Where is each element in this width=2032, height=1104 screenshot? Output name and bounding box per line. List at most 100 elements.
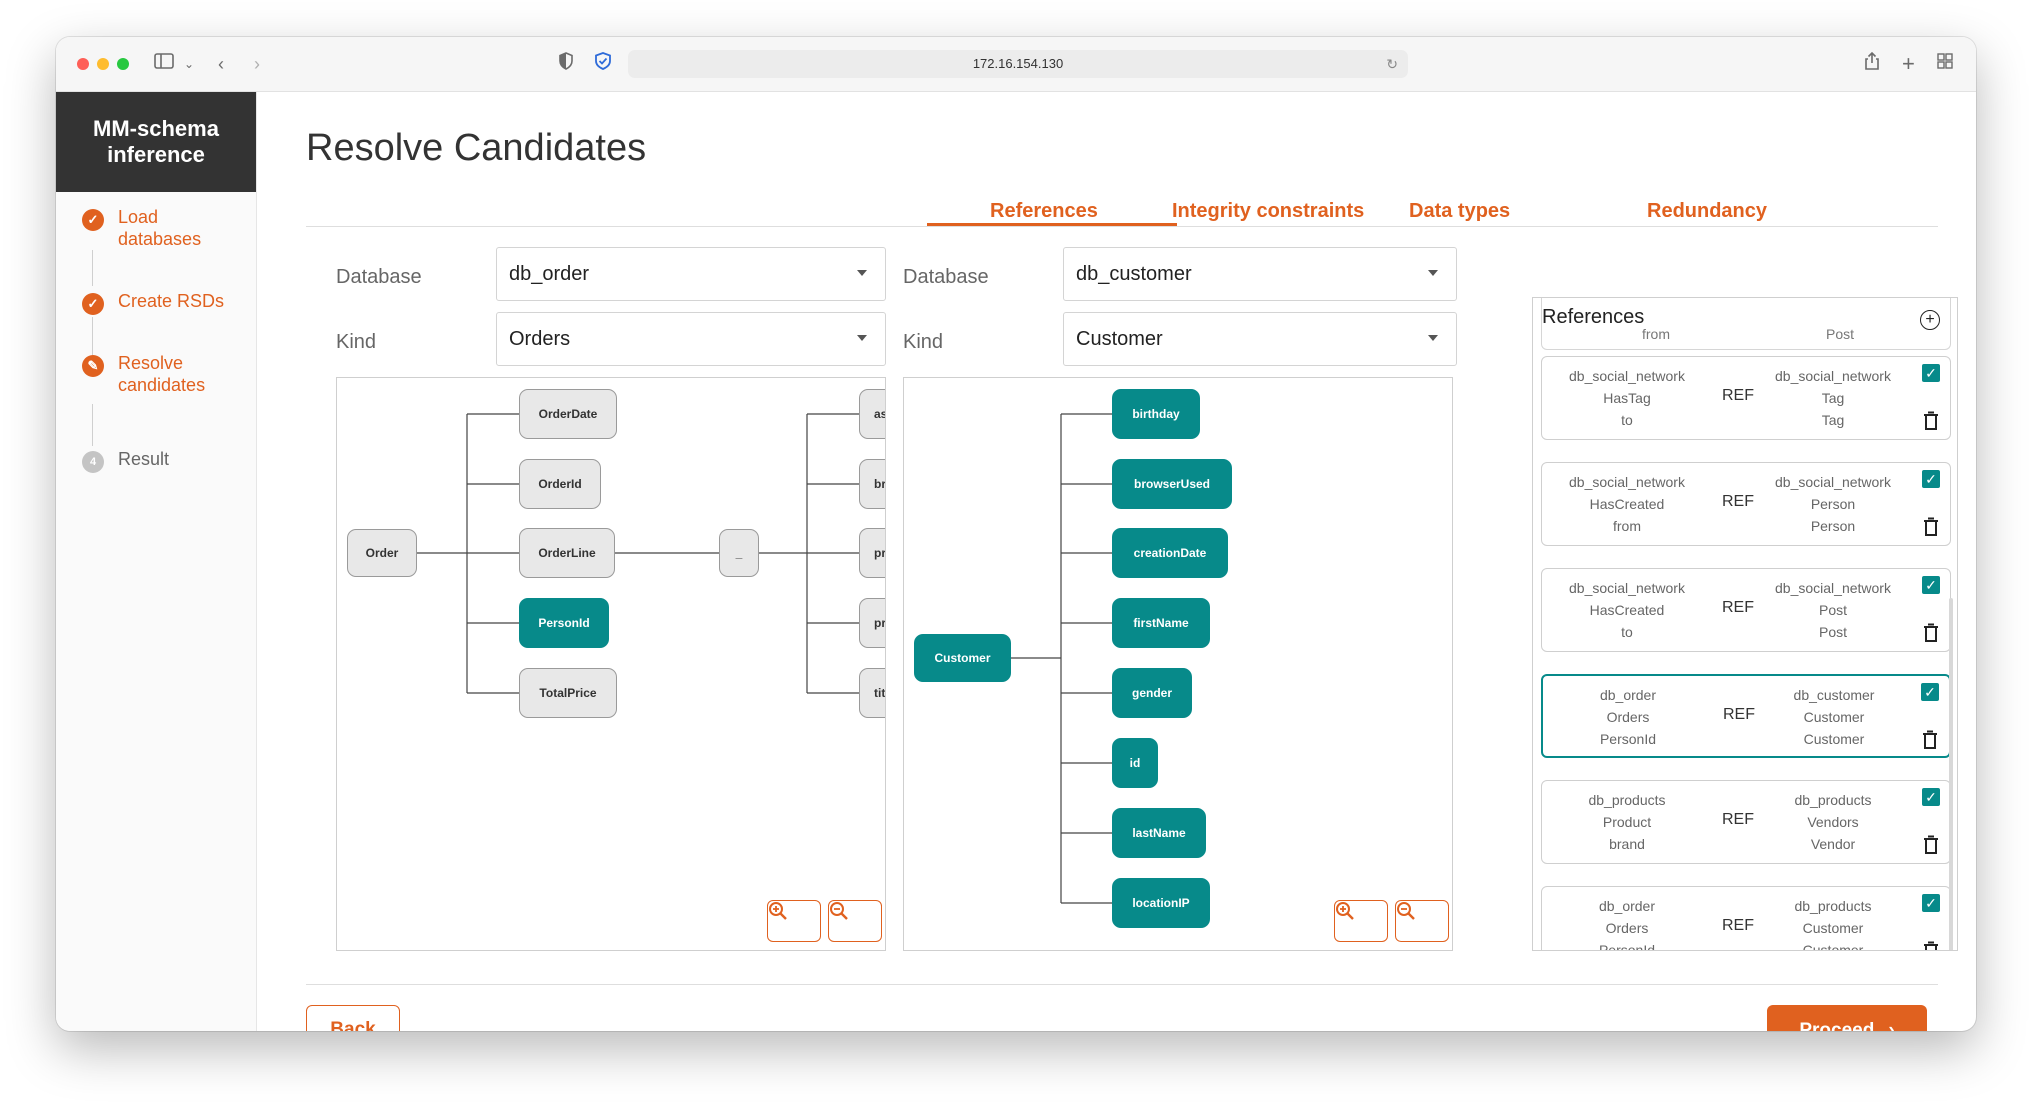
graph-node-partial[interactable]: pr — [859, 598, 885, 648]
include-checkbox[interactable]: ✓ — [1922, 364, 1940, 382]
graph-node[interactable]: firstName — [1112, 598, 1210, 648]
reference-type-label: REF — [1723, 706, 1755, 723]
tab-redundancy[interactable]: Redundancy — [1647, 200, 1767, 223]
step-connector — [92, 317, 93, 355]
active-tab-indicator — [927, 223, 1177, 226]
trash-icon[interactable] — [1922, 835, 1940, 855]
graph-node[interactable]: OrderLine — [519, 528, 615, 578]
graph-node[interactable]: lastName — [1112, 808, 1206, 858]
graph-node-partial[interactable]: pr — [859, 528, 885, 578]
reference-field: Product — [1602, 814, 1652, 830]
reference-source: db_social_network HasTag to — [1552, 365, 1702, 431]
reload-icon[interactable]: ↻ — [1386, 50, 1398, 78]
graph-node-root[interactable]: Customer — [914, 634, 1011, 682]
close-window-button[interactable] — [77, 58, 89, 70]
graph-node[interactable]: OrderDate — [519, 389, 617, 439]
graph-node[interactable]: id — [1112, 738, 1158, 788]
trash-icon[interactable] — [1922, 623, 1940, 643]
scrollbar[interactable] — [1949, 598, 1953, 950]
right-schema-graph[interactable]: Customer birthday browserUsed creationDa… — [903, 377, 1453, 951]
references-panel[interactable]: from Post References + db_social_network… — [1532, 297, 1958, 951]
include-checkbox[interactable]: ✓ — [1922, 576, 1940, 594]
graph-node-root[interactable]: Order — [347, 529, 417, 577]
reference-card[interactable]: db_social_network HasCreated from REF db_soc… — [1541, 462, 1951, 546]
include-checkbox[interactable]: ✓ — [1922, 894, 1940, 912]
shield-check-icon[interactable] — [594, 51, 612, 77]
graph-node-array[interactable]: _ — [719, 529, 759, 577]
chevron-down-icon[interactable]: ⌄ — [184, 51, 194, 77]
add-reference-button[interactable]: + — [1920, 310, 1940, 330]
app-brand: MM-schema inference — [56, 92, 256, 192]
proceed-button[interactable]: Proceed › — [1767, 1005, 1927, 1031]
graph-node[interactable]: TotalPrice — [519, 668, 617, 718]
share-icon[interactable] — [1864, 51, 1880, 78]
left-kind-select[interactable]: Orders — [496, 312, 886, 366]
reference-type-label: REF — [1722, 917, 1754, 934]
reference-card[interactable]: db_products Product brand REF db_products Ven… — [1541, 780, 1951, 864]
graph-node-partial[interactable]: br — [859, 459, 885, 509]
graph-node[interactable]: browserUsed — [1112, 459, 1232, 509]
reference-target: db_products Vendors Vendor — [1758, 789, 1908, 855]
reference-field: db_social_network — [1569, 474, 1685, 490]
zoom-in-button[interactable] — [1334, 900, 1388, 942]
step-result[interactable]: 4 Result — [82, 448, 228, 473]
graph-node[interactable]: creationDate — [1112, 528, 1228, 578]
zoom-out-button[interactable] — [1395, 900, 1449, 942]
reference-field: Tag — [1821, 412, 1845, 428]
chevron-down-icon — [857, 335, 867, 341]
include-checkbox[interactable]: ✓ — [1922, 470, 1940, 488]
privacy-shield-icon[interactable] — [558, 51, 574, 77]
right-kind-select[interactable]: Customer — [1063, 312, 1457, 366]
reference-field: Orders — [1605, 920, 1649, 936]
minimize-window-button[interactable] — [97, 58, 109, 70]
tab-references[interactable]: References — [990, 200, 1098, 223]
left-database-select[interactable]: db_order — [496, 247, 886, 301]
tab-data-types[interactable]: Data types — [1409, 200, 1510, 223]
reference-card[interactable]: db_social_network HasCreated to REF db_socia… — [1541, 568, 1951, 652]
reference-field: db_social_network — [1775, 474, 1891, 490]
right-database-label: Database — [903, 266, 989, 288]
chevron-right-icon: › — [1888, 1020, 1895, 1031]
graph-node[interactable]: OrderId — [519, 459, 601, 509]
address-bar[interactable]: 172.16.154.130 ↻ — [628, 50, 1408, 78]
graph-node-partial[interactable]: as — [859, 389, 885, 439]
reference-card[interactable]: db_order Orders PersonId REF db_customer Cust… — [1541, 674, 1951, 758]
reference-card[interactable]: db_social_network HasTag to REF db_social_ne… — [1541, 356, 1951, 440]
step-load-databases[interactable]: ✓ Load databases — [82, 206, 228, 250]
graph-node-highlighted[interactable]: PersonId — [519, 598, 609, 648]
reference-field: Post — [1818, 624, 1847, 640]
select-value: db_order — [509, 263, 590, 285]
reference-field: Customer — [1802, 942, 1864, 951]
zoom-in-button[interactable] — [767, 900, 821, 942]
reference-type-label: REF — [1722, 387, 1754, 404]
graph-node[interactable]: locationIP — [1112, 878, 1210, 928]
forward-arrow-icon[interactable]: › — [254, 51, 260, 77]
graph-node[interactable]: birthday — [1112, 389, 1200, 439]
step-label: Create RSDs — [118, 291, 225, 311]
trash-icon[interactable] — [1922, 411, 1940, 431]
step-resolve-candidates[interactable]: ✎ Resolve candidates — [82, 352, 228, 396]
trash-icon[interactable] — [1922, 941, 1940, 950]
new-tab-icon[interactable]: + — [1902, 51, 1915, 77]
right-database-select[interactable]: db_customer — [1063, 247, 1457, 301]
tab-integrity-constraints[interactable]: Integrity constraints — [1172, 200, 1364, 223]
back-button[interactable]: Back — [306, 1005, 400, 1031]
include-checkbox[interactable]: ✓ — [1922, 788, 1940, 806]
right-kind-label: Kind — [903, 331, 944, 353]
zoom-out-button[interactable] — [828, 900, 882, 942]
step-create-rsds[interactable]: ✓ Create RSDs — [82, 290, 228, 315]
sidebar-toggle-icon[interactable] — [154, 51, 176, 77]
back-arrow-icon[interactable]: ‹ — [218, 51, 224, 77]
graph-node-partial[interactable]: tit — [859, 668, 885, 718]
reference-field: Vendors — [1807, 814, 1859, 830]
ghost-text: Post — [1826, 326, 1855, 342]
reference-source: db_order Orders PersonId — [1552, 895, 1702, 950]
maximize-window-button[interactable] — [117, 58, 129, 70]
left-schema-graph[interactable]: Order OrderDate OrderId OrderLine Person… — [336, 377, 886, 951]
include-checkbox[interactable]: ✓ — [1921, 683, 1939, 701]
trash-icon[interactable] — [1921, 730, 1939, 750]
tab-overview-icon[interactable] — [1936, 51, 1954, 77]
graph-node[interactable]: gender — [1112, 668, 1192, 718]
trash-icon[interactable] — [1922, 517, 1940, 537]
reference-card[interactable]: db_order Orders PersonId REF db_products Cust… — [1541, 886, 1951, 951]
